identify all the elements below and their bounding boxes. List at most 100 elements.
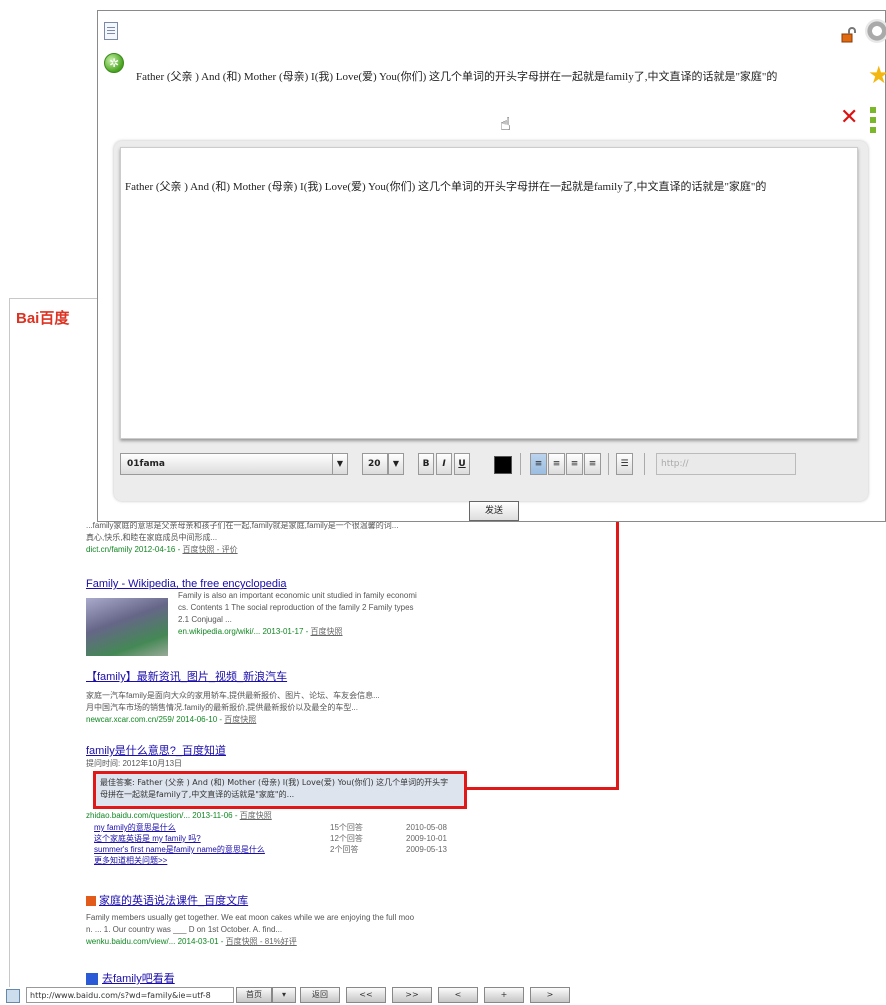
- baidu-logo-text: Bai百度: [16, 310, 70, 327]
- question-date: 2009-05-13: [406, 845, 447, 854]
- close-icon[interactable]: ✕: [840, 107, 858, 129]
- annotation-connector-vertical: [616, 490, 619, 790]
- answer-count: 15个回答: [330, 823, 363, 832]
- result-url: en.wikipedia.org/wiki/... 2013-01-17 - 百…: [178, 627, 343, 636]
- align-center-icon[interactable]: ≡: [548, 453, 565, 475]
- next-page-button[interactable]: >: [530, 987, 570, 1003]
- snapshot-link[interactable]: 百度快照 - 81%好评: [226, 937, 297, 946]
- search-result-5: 家庭的英语说法课件_百度文库 Family members usually ge…: [86, 892, 458, 948]
- bold-button[interactable]: B: [418, 453, 434, 475]
- wenku-doc-icon: [86, 896, 96, 907]
- first-page-button[interactable]: <<: [346, 987, 386, 1003]
- size-dropdown-arrow-icon[interactable]: ▼: [388, 453, 404, 475]
- answer-line: 母拼在一起就是family了,中文直译的话就是"家庭"的...: [100, 790, 295, 799]
- result-thumbnail[interactable]: [86, 598, 168, 656]
- link-url-input[interactable]: http://: [656, 453, 796, 475]
- answer-line: 最佳答案: Father (父亲 ) And (和) Mother (母亲) I…: [100, 778, 449, 787]
- home-button[interactable]: 首页: [236, 987, 272, 1003]
- search-result-6: 去family吧看看: [86, 970, 458, 986]
- search-result-4: family是什么意思?_百度知道 提问时间: 2012年10月13日: [86, 742, 458, 770]
- font-size-select[interactable]: 20: [362, 453, 388, 475]
- align-right-icon[interactable]: ≡: [566, 453, 583, 475]
- result-title-link[interactable]: family是什么意思?_百度知道: [86, 742, 458, 758]
- result-url-text: wenku.baidu.com/view/... 2014-03-01: [86, 937, 219, 946]
- status-url: http://www.baidu.com/s?wd=family&ie=utf-…: [26, 987, 234, 1003]
- result-snippet: 真心,快乐,和睦在家庭成员中间形成...: [86, 533, 218, 542]
- tieba-icon: [86, 973, 98, 986]
- related-question-link[interactable]: summer's first name是family name的意思是什么: [94, 844, 330, 855]
- star-icon[interactable]: ★: [868, 63, 886, 87]
- result-title-link[interactable]: 去family吧看看: [86, 970, 458, 986]
- search-result-2: Family - Wikipedia, the free encyclopedi…: [86, 578, 458, 656]
- result-title-text: 家庭的英语说法课件_百度文库: [99, 895, 249, 907]
- related-question-row: 这个家庭英语是 my family 吗? 12个回答 2009-10-01: [94, 833, 458, 844]
- question-date: 2010-05-08: [406, 823, 447, 832]
- related-question-link[interactable]: 这个家庭英语是 my family 吗?: [94, 833, 330, 844]
- align-justify-icon[interactable]: ≡: [584, 453, 601, 475]
- snapshot-link[interactable]: 百度快照: [311, 627, 343, 636]
- document-icon[interactable]: [104, 22, 118, 40]
- related-question-row: my family的意思是什么 15个回答 2010-05-08: [94, 822, 458, 833]
- toolbar-divider: [608, 453, 609, 475]
- home-dropdown-button[interactable]: ▾: [272, 987, 296, 1003]
- related-question-row: 更多知道相关问题>>: [94, 855, 458, 866]
- related-questions: my family的意思是什么 15个回答 2010-05-08 这个家庭英语是 m…: [94, 822, 458, 866]
- font-dropdown-arrow-icon[interactable]: ▼: [332, 453, 348, 475]
- result-snippet: Family is also an important economic uni…: [178, 591, 417, 600]
- search-result-4-more: zhidao.baidu.com/question/... 2013-11-06…: [86, 810, 458, 866]
- result-title-text: 去family吧看看: [102, 973, 175, 985]
- page-icon: [6, 989, 20, 1003]
- more-questions-link[interactable]: 更多知道相关问题>>: [94, 855, 330, 866]
- result-url-text: zhidao.baidu.com/question/... 2013-11-06: [86, 811, 233, 820]
- last-page-button[interactable]: >>: [392, 987, 432, 1003]
- green-flower-icon[interactable]: ✲: [104, 53, 124, 73]
- rich-text-editor[interactable]: Father (父亲 ) And (和) Mother (母亲) I(我) Lo…: [120, 147, 858, 439]
- answer-count: 12个回答: [330, 834, 363, 843]
- result-title-link[interactable]: 家庭的英语说法课件_百度文库: [86, 892, 458, 908]
- search-result-1: ...family家庭的意思是父亲母亲和孩子们在一起,family就是家庭,fa…: [86, 520, 458, 556]
- result-snippet: 2.1 Conjugal ...: [178, 615, 232, 624]
- status-bar: http://www.baidu.com/s?wd=family&ie=utf-…: [0, 987, 886, 1005]
- add-button[interactable]: +: [484, 987, 524, 1003]
- result-snippet: 家庭一汽车family是面向大众的家用轿车,提供最新报价、图片、论坛、车友会信息…: [86, 691, 380, 700]
- result-meta: 提问时间: 2012年10月13日: [86, 759, 183, 768]
- hand-cursor-icon: ☝: [500, 114, 511, 135]
- result-url: dict.cn/family 2012-04-16 - 百度快照 - 评价: [86, 545, 238, 554]
- gear-icon[interactable]: [865, 19, 886, 43]
- toolbar-divider: [520, 453, 521, 475]
- note-popup-window: ✲ Father (父亲 ) And (和) Mother (母亲) I(我) …: [97, 10, 886, 522]
- result-url: wenku.baidu.com/view/... 2014-03-01 - 百度…: [86, 937, 297, 946]
- result-snippet: n. ... 1. Our country was ___ D on 1st O…: [86, 925, 283, 934]
- answer-count: 2个回答: [330, 845, 359, 854]
- result-title-link[interactable]: 【family】最新资讯_图片_视频_新浪汽车: [86, 668, 458, 684]
- toolbar-divider: [644, 453, 645, 475]
- snapshot-link[interactable]: 百度快照: [224, 715, 256, 724]
- result-title-link[interactable]: Family - Wikipedia, the free encyclopedi…: [86, 578, 458, 590]
- back-button[interactable]: 返回: [300, 987, 340, 1003]
- prev-page-button[interactable]: <: [438, 987, 478, 1003]
- result-url-text: newcar.xcar.com.cn/259/ 2014-06-10: [86, 715, 218, 724]
- question-date: 2009-10-01: [406, 834, 447, 843]
- list-icon[interactable]: ☰: [616, 453, 633, 475]
- captured-quote: Father (父亲 ) And (和) Mother (母亲) I(我) Lo…: [136, 71, 778, 83]
- result-url-text: dict.cn/family 2012-04-16: [86, 545, 176, 554]
- snapshot-link[interactable]: 百度快照: [240, 811, 272, 820]
- annotation-connector-horizontal: [466, 787, 619, 790]
- related-question-row: summer's first name是family name的意思是什么 2个回…: [94, 844, 458, 855]
- grip-dots-icon[interactable]: [870, 107, 876, 135]
- unlock-icon[interactable]: [841, 27, 857, 43]
- highlighted-answer-snippet: 最佳答案: Father (父亲 ) And (和) Mother (母亲) I…: [93, 771, 467, 809]
- result-snippet: 月中国汽车市场的销售情况.family的最新报价,提供最新报价以及最全的车型..…: [86, 703, 359, 712]
- align-left-icon[interactable]: ≡: [530, 453, 547, 475]
- font-family-select[interactable]: 01fama: [120, 453, 348, 475]
- formatting-toolbar: 01fama ▼ 20 ▼ B I U ≡ ≡ ≡ ≡ ☰ http://: [120, 453, 862, 479]
- baidu-logo[interactable]: Bai百度: [16, 307, 69, 328]
- result-url: newcar.xcar.com.cn/259/ 2014-06-10 - 百度快…: [86, 715, 257, 724]
- related-question-link[interactable]: my family的意思是什么: [94, 822, 330, 833]
- snapshot-link[interactable]: 百度快照 - 评价: [183, 545, 238, 554]
- underline-button[interactable]: U: [454, 453, 470, 475]
- result-url-text: en.wikipedia.org/wiki/... 2013-01-17: [178, 627, 304, 636]
- italic-button[interactable]: I: [436, 453, 452, 475]
- font-color-swatch[interactable]: [494, 456, 512, 474]
- send-button[interactable]: 发送: [469, 501, 519, 521]
